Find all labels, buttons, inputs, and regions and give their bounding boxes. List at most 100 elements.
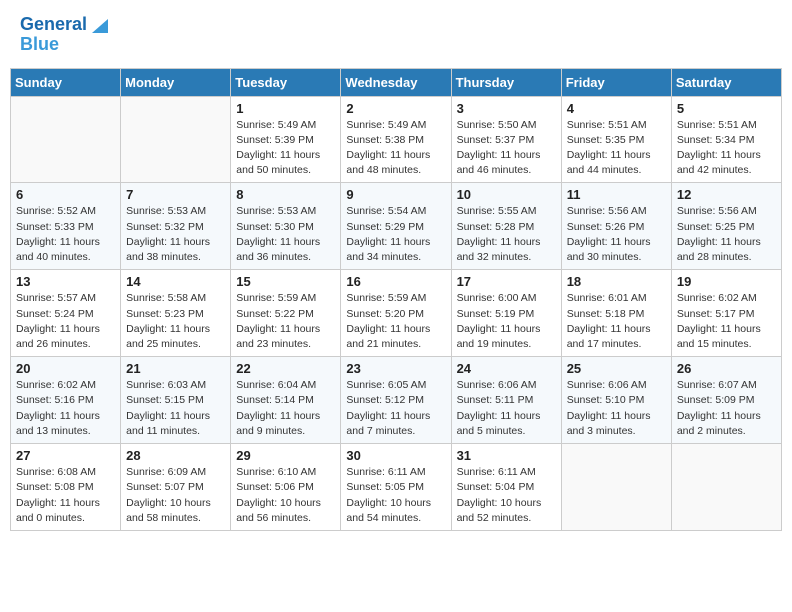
day-number: 15 xyxy=(236,274,335,289)
day-number: 25 xyxy=(567,361,666,376)
day-info: Sunrise: 5:51 AM Sunset: 5:34 PM Dayligh… xyxy=(677,118,776,179)
calendar-cell: 21Sunrise: 6:03 AM Sunset: 5:15 PM Dayli… xyxy=(121,357,231,444)
day-info: Sunrise: 5:59 AM Sunset: 5:20 PM Dayligh… xyxy=(346,291,445,352)
calendar-cell: 22Sunrise: 6:04 AM Sunset: 5:14 PM Dayli… xyxy=(231,357,341,444)
calendar-cell: 19 Sunrise: 6:02 AM Sunset: 5:17 PM Dayli… xyxy=(671,270,781,357)
calendar-cell: 18Sunrise: 6:01 AM Sunset: 5:18 PM Dayli… xyxy=(561,270,671,357)
calendar-cell: 7 Sunrise: 5:53 AM Sunset: 5:32 PM Daylig… xyxy=(121,183,231,270)
calendar-week-row: 6 Sunrise: 5:52 AM Sunset: 5:33 PM Daylig… xyxy=(11,183,782,270)
calendar-cell xyxy=(121,96,231,183)
day-number: 22 xyxy=(236,361,335,376)
day-info: Sunrise: 6:09 AM Sunset: 5:07 PM Dayligh… xyxy=(126,465,225,526)
calendar-cell: 1 Sunrise: 5:49 AM Sunset: 5:39 PM Daylig… xyxy=(231,96,341,183)
logo: General Blue xyxy=(20,15,108,55)
day-info: Sunrise: 5:56 AM Sunset: 5:26 PM Dayligh… xyxy=(567,204,666,265)
day-info: Sunrise: 6:01 AM Sunset: 5:18 PM Dayligh… xyxy=(567,291,666,352)
day-info: Sunrise: 6:03 AM Sunset: 5:15 PM Dayligh… xyxy=(126,378,225,439)
day-info: Sunrise: 5:52 AM Sunset: 5:33 PM Dayligh… xyxy=(16,204,115,265)
day-number: 30 xyxy=(346,448,445,463)
weekday-header: Tuesday xyxy=(231,68,341,96)
calendar-cell: 6 Sunrise: 5:52 AM Sunset: 5:33 PM Daylig… xyxy=(11,183,121,270)
calendar-cell: 9Sunrise: 5:54 AM Sunset: 5:29 PM Daylig… xyxy=(341,183,451,270)
day-number: 31 xyxy=(457,448,556,463)
calendar-cell: 4 Sunrise: 5:51 AM Sunset: 5:35 PM Daylig… xyxy=(561,96,671,183)
day-info: Sunrise: 5:58 AM Sunset: 5:23 PM Dayligh… xyxy=(126,291,225,352)
day-number: 17 xyxy=(457,274,556,289)
calendar-week-row: 27 Sunrise: 6:08 AM Sunset: 5:08 PM Dayli… xyxy=(11,444,782,531)
day-info: Sunrise: 5:51 AM Sunset: 5:35 PM Dayligh… xyxy=(567,118,666,179)
day-number: 1 xyxy=(236,101,335,116)
page-header: General Blue xyxy=(10,10,782,60)
weekday-header: Friday xyxy=(561,68,671,96)
day-info: Sunrise: 6:05 AM Sunset: 5:12 PM Dayligh… xyxy=(346,378,445,439)
calendar-cell: 14 Sunrise: 5:58 AM Sunset: 5:23 PM Dayli… xyxy=(121,270,231,357)
day-number: 13 xyxy=(16,274,115,289)
day-number: 5 xyxy=(677,101,776,116)
calendar-cell: 5 Sunrise: 5:51 AM Sunset: 5:34 PM Daylig… xyxy=(671,96,781,183)
day-info: Sunrise: 5:53 AM Sunset: 5:30 PM Dayligh… xyxy=(236,204,335,265)
calendar-header-row: SundayMondayTuesdayWednesdayThursdayFrid… xyxy=(11,68,782,96)
day-number: 4 xyxy=(567,101,666,116)
calendar-week-row: 1 Sunrise: 5:49 AM Sunset: 5:39 PM Daylig… xyxy=(11,96,782,183)
calendar-cell: 17Sunrise: 6:00 AM Sunset: 5:19 PM Dayli… xyxy=(451,270,561,357)
day-info: Sunrise: 5:50 AM Sunset: 5:37 PM Dayligh… xyxy=(457,118,556,179)
day-info: Sunrise: 5:56 AM Sunset: 5:25 PM Dayligh… xyxy=(677,204,776,265)
day-number: 3 xyxy=(457,101,556,116)
day-number: 7 xyxy=(126,187,225,202)
day-number: 8 xyxy=(236,187,335,202)
day-number: 12 xyxy=(677,187,776,202)
day-info: Sunrise: 6:02 AM Sunset: 5:17 PM Dayligh… xyxy=(677,291,776,352)
calendar-cell: 12 Sunrise: 5:56 AM Sunset: 5:25 PM Dayli… xyxy=(671,183,781,270)
calendar-cell: 30Sunrise: 6:11 AM Sunset: 5:05 PM Dayli… xyxy=(341,444,451,531)
weekday-header: Sunday xyxy=(11,68,121,96)
day-info: Sunrise: 6:02 AM Sunset: 5:16 PM Dayligh… xyxy=(16,378,115,439)
day-info: Sunrise: 5:57 AM Sunset: 5:24 PM Dayligh… xyxy=(16,291,115,352)
day-info: Sunrise: 6:07 AM Sunset: 5:09 PM Dayligh… xyxy=(677,378,776,439)
calendar-cell: 2 Sunrise: 5:49 AM Sunset: 5:38 PM Daylig… xyxy=(341,96,451,183)
calendar-cell: 28 Sunrise: 6:09 AM Sunset: 5:07 PM Dayli… xyxy=(121,444,231,531)
calendar-week-row: 13 Sunrise: 5:57 AM Sunset: 5:24 PM Dayli… xyxy=(11,270,782,357)
calendar-week-row: 20 Sunrise: 6:02 AM Sunset: 5:16 PM Dayli… xyxy=(11,357,782,444)
calendar-cell: 13 Sunrise: 5:57 AM Sunset: 5:24 PM Dayli… xyxy=(11,270,121,357)
day-number: 2 xyxy=(346,101,445,116)
day-info: Sunrise: 5:59 AM Sunset: 5:22 PM Dayligh… xyxy=(236,291,335,352)
day-number: 14 xyxy=(126,274,225,289)
logo-blue-text: Blue xyxy=(20,35,59,55)
day-number: 16 xyxy=(346,274,445,289)
calendar-cell: 3 Sunrise: 5:50 AM Sunset: 5:37 PM Daylig… xyxy=(451,96,561,183)
day-number: 28 xyxy=(126,448,225,463)
day-info: Sunrise: 5:53 AM Sunset: 5:32 PM Dayligh… xyxy=(126,204,225,265)
calendar-cell: 8 Sunrise: 5:53 AM Sunset: 5:30 PM Daylig… xyxy=(231,183,341,270)
day-info: Sunrise: 6:08 AM Sunset: 5:08 PM Dayligh… xyxy=(16,465,115,526)
logo-arrow-icon xyxy=(90,15,108,33)
calendar-cell xyxy=(671,444,781,531)
calendar-cell: 16 Sunrise: 5:59 AM Sunset: 5:20 PM Dayli… xyxy=(341,270,451,357)
day-number: 29 xyxy=(236,448,335,463)
day-info: Sunrise: 6:10 AM Sunset: 5:06 PM Dayligh… xyxy=(236,465,335,526)
calendar-table: SundayMondayTuesdayWednesdayThursdayFrid… xyxy=(10,68,782,531)
day-number: 6 xyxy=(16,187,115,202)
day-number: 10 xyxy=(457,187,556,202)
day-info: Sunrise: 5:55 AM Sunset: 5:28 PM Dayligh… xyxy=(457,204,556,265)
weekday-header: Thursday xyxy=(451,68,561,96)
weekday-header: Saturday xyxy=(671,68,781,96)
day-number: 27 xyxy=(16,448,115,463)
day-info: Sunrise: 5:49 AM Sunset: 5:38 PM Dayligh… xyxy=(346,118,445,179)
calendar-cell: 23 Sunrise: 6:05 AM Sunset: 5:12 PM Dayli… xyxy=(341,357,451,444)
day-info: Sunrise: 5:49 AM Sunset: 5:39 PM Dayligh… xyxy=(236,118,335,179)
calendar-cell: 10 Sunrise: 5:55 AM Sunset: 5:28 PM Dayli… xyxy=(451,183,561,270)
calendar-cell: 27 Sunrise: 6:08 AM Sunset: 5:08 PM Dayli… xyxy=(11,444,121,531)
calendar-cell: 24Sunrise: 6:06 AM Sunset: 5:11 PM Dayli… xyxy=(451,357,561,444)
day-number: 26 xyxy=(677,361,776,376)
calendar-cell: 29 Sunrise: 6:10 AM Sunset: 5:06 PM Dayli… xyxy=(231,444,341,531)
day-number: 24 xyxy=(457,361,556,376)
logo-text: General xyxy=(20,15,87,35)
day-number: 23 xyxy=(346,361,445,376)
day-number: 9 xyxy=(346,187,445,202)
calendar-cell: 11Sunrise: 5:56 AM Sunset: 5:26 PM Dayli… xyxy=(561,183,671,270)
calendar-cell xyxy=(11,96,121,183)
day-number: 19 xyxy=(677,274,776,289)
calendar-cell: 20 Sunrise: 6:02 AM Sunset: 5:16 PM Dayli… xyxy=(11,357,121,444)
day-number: 20 xyxy=(16,361,115,376)
calendar-cell xyxy=(561,444,671,531)
